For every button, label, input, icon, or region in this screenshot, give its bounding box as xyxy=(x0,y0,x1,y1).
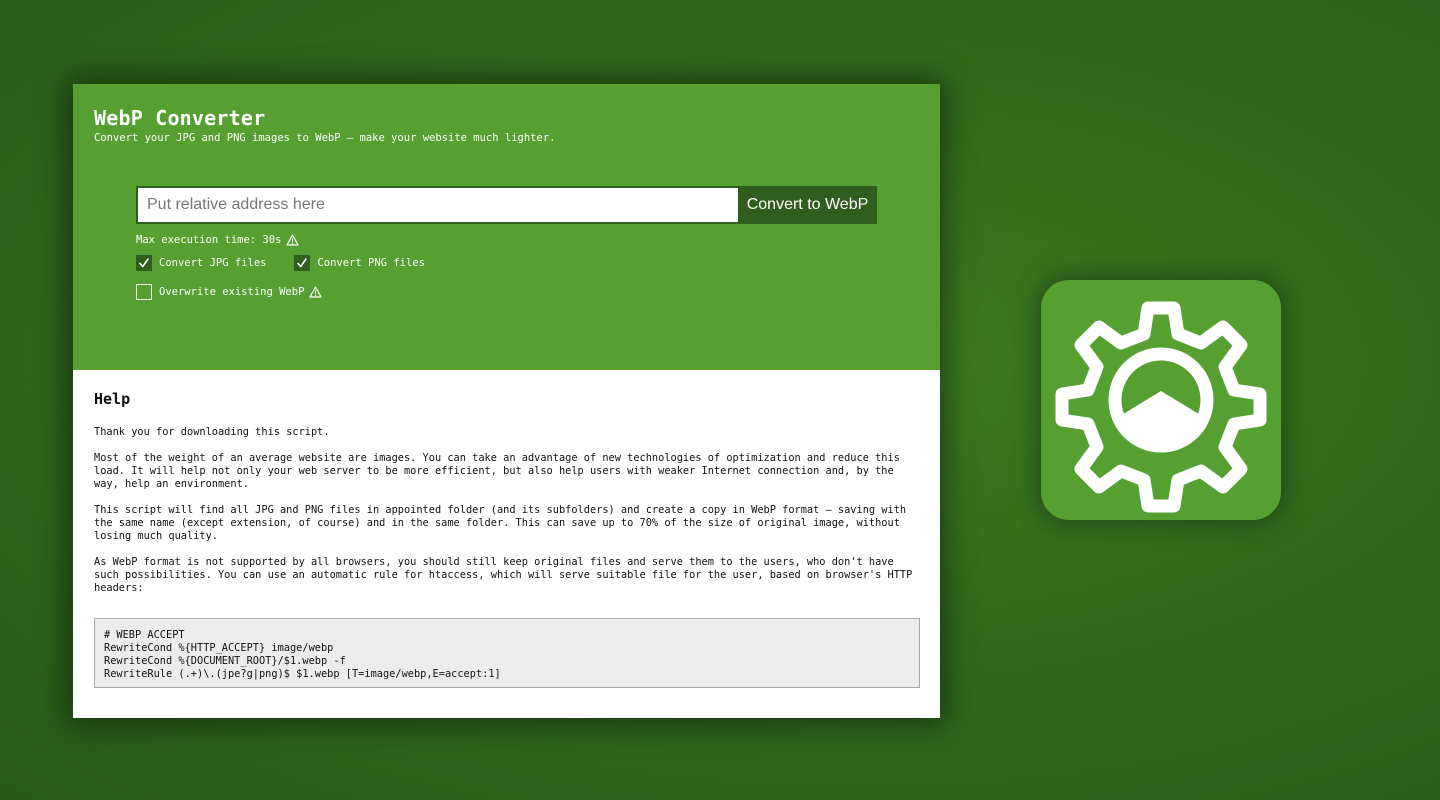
help-paragraph: This script will find all JPG and PNG fi… xyxy=(94,504,907,542)
help-heading: Help xyxy=(94,390,131,408)
overwrite-option-row: Overwrite existing WebP xyxy=(136,284,350,300)
convert-png-label: Convert PNG files xyxy=(317,257,425,269)
file-type-options: Convert JPG files Convert PNG files xyxy=(136,255,453,271)
convert-button[interactable]: Convert to WebP xyxy=(738,186,877,224)
gear-mountain-icon xyxy=(1055,301,1267,513)
overwrite-label: Overwrite existing WebP xyxy=(159,286,305,298)
app-title: WebP Converter xyxy=(94,106,266,130)
convert-jpg-option[interactable]: Convert JPG files xyxy=(136,255,266,271)
help-paragraph: Thank you for downloading this script. xyxy=(94,426,330,438)
header-panel: WebP Converter Convert your JPG and PNG … xyxy=(73,84,940,370)
warning-triangle-icon xyxy=(286,234,300,246)
warning-triangle-icon xyxy=(309,286,323,298)
convert-png-option[interactable]: Convert PNG files xyxy=(294,255,425,271)
convert-png-checkbox[interactable] xyxy=(294,255,311,271)
overwrite-checkbox[interactable] xyxy=(136,284,152,300)
checkmark-icon xyxy=(297,258,308,268)
convert-jpg-checkbox[interactable] xyxy=(136,255,152,271)
convert-jpg-label: Convert JPG files xyxy=(159,257,267,269)
code-line: RewriteRule (.+)\.(jpe?g|png)$ $1.webp [… xyxy=(104,668,501,680)
help-paragraph: Most of the weight of an average website… xyxy=(94,452,900,490)
code-line: RewriteCond %{HTTP_ACCEPT} image/webp xyxy=(104,642,334,654)
path-input[interactable] xyxy=(136,186,738,224)
max-execution-label: Max execution time: 30s xyxy=(136,234,282,246)
help-paragraph: As WebP format is not supported by all b… xyxy=(94,556,913,594)
app-subtitle: Convert your JPG and PNG images to WebP … xyxy=(94,132,556,144)
code-line: RewriteCond %{DOCUMENT_ROOT}/$1.webp -f xyxy=(104,655,346,667)
app-logo-tile xyxy=(1041,280,1281,520)
code-line: # WEBP ACCEPT xyxy=(104,629,185,641)
max-execution-info: Max execution time: 30s xyxy=(136,234,300,246)
htaccess-code-block: # WEBP ACCEPT RewriteCond %{HTTP_ACCEPT}… xyxy=(94,618,920,688)
convert-form: Convert to WebP xyxy=(136,186,877,224)
checkmark-icon xyxy=(139,258,149,268)
overwrite-option[interactable]: Overwrite existing WebP xyxy=(136,284,323,300)
help-section: Help Thank you for downloading this scri… xyxy=(94,390,920,608)
converter-window: WebP Converter Convert your JPG and PNG … xyxy=(73,84,940,718)
